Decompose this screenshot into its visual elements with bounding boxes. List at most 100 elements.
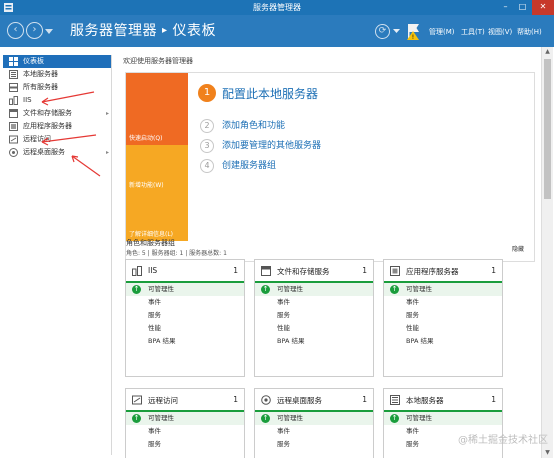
server-icon: [390, 395, 400, 405]
card-title: IIS: [148, 266, 158, 275]
nav-item-dashboard[interactable]: 仪表板: [3, 55, 111, 68]
welcome-panel: 快速启动(Q) 新增功能(W) 了解详细信息(L) 1 配置此本地服务器 2 添加角…: [125, 72, 535, 262]
role-card-app-server[interactable]: 应用程序服务器 1 ↑ 可管理性 事件 服务 性能 BPA 结果: [383, 259, 503, 377]
expand-arrow-icon[interactable]: ▸: [106, 107, 109, 120]
ok-status-icon: ↑: [261, 285, 270, 294]
card-row-manageability[interactable]: ↑ 可管理性: [255, 283, 373, 296]
role-card-file-storage[interactable]: 文件和存储服务 1 ↑ 可管理性 事件 服务 性能 BPA 结果: [254, 259, 374, 377]
card-count: 1: [362, 266, 367, 275]
menu-view[interactable]: 视图(V): [488, 27, 512, 37]
app-server-icon: [9, 122, 18, 131]
menu-help[interactable]: 帮助(H): [517, 27, 542, 37]
vertical-scrollbar[interactable]: ▲ ▼: [541, 47, 553, 458]
card-row-bpa[interactable]: BPA 结果: [126, 335, 244, 348]
card-row-events[interactable]: 事件: [255, 425, 373, 438]
scroll-thumb[interactable]: [544, 59, 551, 199]
add-roles-link[interactable]: 2 添加角色和功能: [200, 118, 285, 133]
card-row-manageability[interactable]: ↑ 可管理性: [126, 283, 244, 296]
card-row-performance[interactable]: 性能: [384, 322, 502, 335]
hide-welcome-link[interactable]: 隐藏: [512, 244, 524, 253]
role-card-remote-access[interactable]: 远程访问 1 ↑ 可管理性 事件 服务: [125, 388, 245, 458]
file-storage-icon: [261, 266, 271, 276]
role-card-local-server[interactable]: 本地服务器 1 ↑ 可管理性 事件 服务: [383, 388, 503, 458]
card-title: 应用程序服务器: [406, 267, 459, 276]
task-label: 创建服务器组: [222, 161, 277, 171]
card-count: 1: [491, 395, 496, 404]
remote-desktop-icon: [9, 148, 18, 157]
task-number: 1: [198, 84, 216, 102]
history-dropdown-icon[interactable]: [45, 29, 53, 35]
window-title-bar: 服务器管理器 – □ ✕: [0, 0, 554, 15]
maximize-button[interactable]: □: [514, 0, 531, 15]
file-storage-icon: [9, 109, 18, 118]
create-server-group-link[interactable]: 4 创建服务器组: [200, 158, 276, 173]
task-number: 3: [200, 138, 214, 153]
forward-button[interactable]: ›: [26, 22, 43, 39]
ok-status-icon: ↑: [390, 414, 399, 423]
card-title: 远程访问: [148, 396, 178, 405]
expand-arrow-icon[interactable]: ▸: [106, 146, 109, 159]
refresh-dropdown-icon[interactable]: [393, 29, 400, 34]
card-row-services[interactable]: 服务: [126, 309, 244, 322]
nav-item-label: 本地服务器: [23, 70, 58, 78]
main-content: 欢迎使用服务器管理器 快速启动(Q) 新增功能(W) 了解详细信息(L) 1 配置…: [113, 47, 541, 458]
header-bar: ‹ › 服务器管理器 ▸ 仪表板 ⟳ ! 管理(M) 工具(T) 视图(V) 帮助(…: [0, 15, 554, 47]
task-number: 2: [200, 118, 214, 133]
card-count: 1: [362, 395, 367, 404]
card-row-bpa[interactable]: BPA 结果: [255, 335, 373, 348]
configure-local-server-link[interactable]: 1 配置此本地服务器: [198, 84, 318, 102]
breadcrumb-separator: ▸: [162, 25, 168, 36]
role-card-iis[interactable]: IIS 1 ↑ 可管理性 事件 服务 性能 BPA 结果: [125, 259, 245, 377]
notification-badge: !: [412, 34, 414, 41]
menu-tools[interactable]: 工具(T): [461, 27, 485, 37]
card-row-services[interactable]: 服务: [384, 309, 502, 322]
tile-learn-more[interactable]: 了解详细信息(L): [126, 192, 188, 241]
tile-quickstart[interactable]: 快速启动(Q): [126, 73, 188, 145]
card-title: 文件和存储服务: [277, 267, 330, 276]
close-button[interactable]: ✕: [532, 0, 554, 15]
card-title: 本地服务器: [406, 396, 444, 405]
menu-manage[interactable]: 管理(M): [429, 27, 455, 37]
annotation-arrows: [41, 91, 101, 177]
card-row-events[interactable]: 事件: [126, 296, 244, 309]
notification-flag-icon[interactable]: !: [404, 23, 422, 41]
card-count: 1: [491, 266, 496, 275]
nav-item-label: IIS: [23, 96, 32, 104]
iis-icon: [9, 96, 18, 105]
card-count: 1: [233, 266, 238, 275]
ok-status-icon: ↑: [261, 414, 270, 423]
card-row-bpa[interactable]: BPA 结果: [384, 335, 502, 348]
remote-access-icon: [132, 395, 142, 405]
card-row-manageability[interactable]: ↑ 可管理性: [255, 412, 373, 425]
window-title: 服务器管理器: [253, 3, 301, 12]
card-row-services[interactable]: 服务: [255, 309, 373, 322]
remote-desktop-icon: [261, 395, 271, 405]
ok-status-icon: ↑: [390, 285, 399, 294]
scroll-down-button[interactable]: ▼: [542, 448, 553, 458]
card-row-performance[interactable]: 性能: [126, 322, 244, 335]
remote-access-icon: [9, 135, 18, 144]
scroll-up-button[interactable]: ▲: [542, 47, 553, 57]
card-row-manageability[interactable]: ↑ 可管理性: [384, 283, 502, 296]
card-row-events[interactable]: 事件: [384, 296, 502, 309]
card-row-services[interactable]: 服务: [255, 438, 373, 451]
task-label: 添加要管理的其他服务器: [222, 141, 322, 151]
welcome-title: 欢迎使用服务器管理器: [123, 57, 193, 65]
ok-status-icon: ↑: [132, 414, 141, 423]
add-servers-link[interactable]: 3 添加要管理的其他服务器: [200, 138, 321, 153]
minimize-button[interactable]: –: [497, 0, 514, 15]
back-button[interactable]: ‹: [7, 22, 24, 39]
task-label: 添加角色和功能: [222, 121, 286, 131]
refresh-icon[interactable]: ⟳: [375, 24, 390, 39]
app-server-icon: [390, 266, 400, 276]
card-row-events[interactable]: 事件: [255, 296, 373, 309]
card-row-performance[interactable]: 性能: [255, 322, 373, 335]
server-manager-app-icon: [4, 3, 13, 12]
breadcrumb: 服务器管理器 ▸ 仪表板: [70, 20, 216, 40]
tile-new-features[interactable]: 新增功能(W): [126, 145, 188, 192]
role-card-remote-desktop[interactable]: 远程桌面服务 1 ↑ 可管理性 事件 服务: [254, 388, 374, 458]
card-row-manageability[interactable]: ↑ 可管理性: [126, 412, 244, 425]
card-row-services[interactable]: 服务: [126, 438, 244, 451]
card-row-manageability[interactable]: ↑ 可管理性: [384, 412, 502, 425]
card-row-events[interactable]: 事件: [126, 425, 244, 438]
